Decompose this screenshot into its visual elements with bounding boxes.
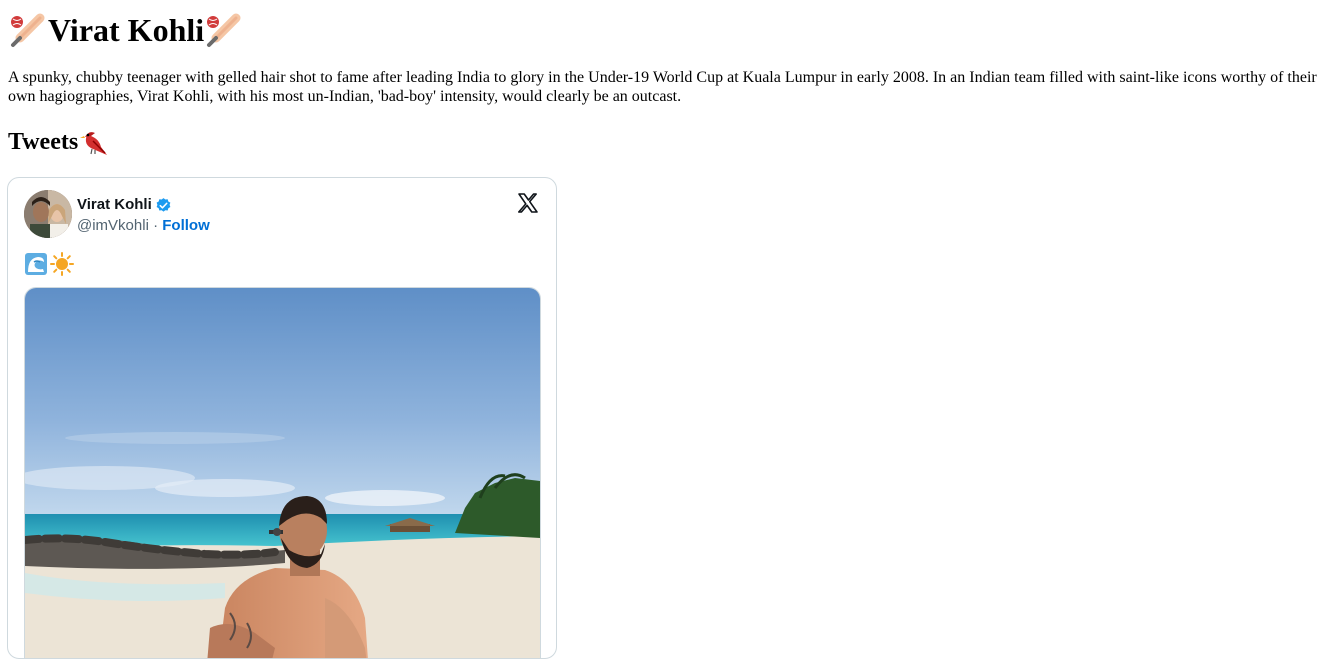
tweets-heading-text: Tweets: [8, 129, 79, 155]
author-name-text[interactable]: Virat Kohli: [77, 195, 152, 215]
author-meta: @imVkohli · Follow: [77, 216, 210, 236]
author-handle[interactable]: @imVkohli: [77, 217, 149, 234]
water-wave-icon: [24, 252, 48, 276]
verified-badge-icon: [155, 197, 172, 214]
author-name[interactable]: Virat Kohli: [77, 195, 172, 215]
cricket-bat-icon: [204, 10, 244, 50]
page-title: Virat Kohli: [8, 8, 244, 52]
cricket-bat-icon: [8, 10, 48, 50]
embedded-tweet-card[interactable]: Virat Kohli @imVkohli · Follow: [7, 177, 557, 659]
meta-separator: ·: [153, 217, 159, 234]
x-logo-icon[interactable]: [516, 191, 540, 215]
follow-link[interactable]: Follow: [162, 217, 210, 234]
page-title-text: Virat Kohli: [48, 12, 205, 48]
intro-paragraph: A spunky, chubby teenager with gelled ha…: [8, 69, 1317, 105]
red-bird-icon: [79, 127, 109, 157]
tweet-photo[interactable]: [24, 287, 541, 658]
tweets-heading: Tweets: [8, 126, 109, 158]
author-avatar[interactable]: [24, 190, 72, 238]
tweet-text: [24, 250, 74, 278]
sun-icon: [50, 252, 74, 276]
